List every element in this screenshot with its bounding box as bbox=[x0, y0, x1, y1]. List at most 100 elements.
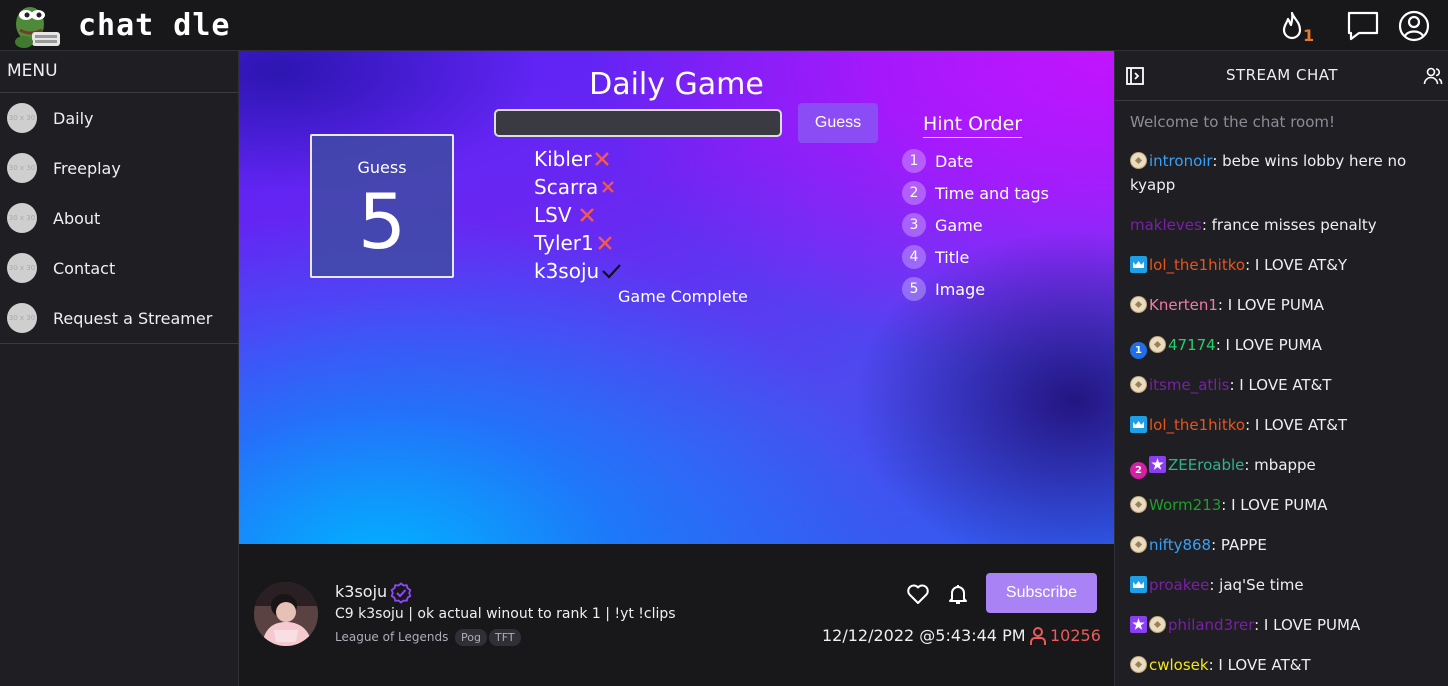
game-status: Game Complete bbox=[618, 287, 748, 306]
heart-icon[interactable] bbox=[906, 582, 930, 606]
two-badge-icon: 2 bbox=[1130, 462, 1147, 479]
menu-item-about[interactable]: 30 x 30 About bbox=[0, 195, 239, 241]
hint-label: Image bbox=[935, 279, 986, 299]
menu-item-request-streamer[interactable]: 30 x 30 Request a Streamer bbox=[0, 295, 239, 341]
chat-message: makleves: france misses penalty bbox=[1130, 213, 1440, 237]
guess-name: LSV bbox=[534, 203, 572, 227]
chat-username[interactable]: makleves bbox=[1130, 216, 1202, 234]
chat-username[interactable]: 47174 bbox=[1168, 336, 1216, 354]
menu-item-label: Freeplay bbox=[53, 158, 121, 178]
chat-username[interactable]: nifty868 bbox=[1149, 536, 1211, 554]
guess-row: LSV bbox=[534, 201, 596, 229]
streamer-name[interactable]: k3soju bbox=[335, 582, 387, 601]
chat-username[interactable]: intronoir bbox=[1149, 152, 1212, 170]
hint-number: 3 bbox=[902, 213, 926, 237]
hint-label: Title bbox=[935, 247, 970, 267]
chat-text: : I LOVE AT&T bbox=[1229, 376, 1332, 394]
guess-name: Kibler bbox=[534, 147, 592, 171]
stream-tag[interactable]: Pog bbox=[455, 629, 487, 646]
menu-title: MENU bbox=[7, 61, 58, 81]
chat-text: : I LOVE AT&T bbox=[1208, 656, 1311, 674]
menu-item-contact[interactable]: 30 x 30 Contact bbox=[0, 245, 239, 291]
chat-message: lol_the1hitko: I LOVE AT&T bbox=[1130, 413, 1440, 437]
chat-text: : I LOVE AT&T bbox=[1245, 416, 1348, 434]
hint-order-title: Hint Order bbox=[923, 113, 1023, 138]
chat-bubble-icon[interactable] bbox=[1347, 10, 1379, 42]
bell-icon[interactable] bbox=[946, 582, 970, 606]
viewer-count: 10256 bbox=[1050, 626, 1101, 645]
wrong-x-icon bbox=[593, 150, 611, 168]
guess-row: k3soju bbox=[534, 257, 622, 285]
chat-text: : PAPPE bbox=[1211, 536, 1267, 554]
chat-username[interactable]: philand3rer bbox=[1168, 616, 1254, 634]
chat-text: : I LOVE AT&Y bbox=[1245, 256, 1348, 274]
wrong-x-icon bbox=[600, 179, 616, 195]
chat-text: : I LOVE PUMA bbox=[1215, 336, 1322, 354]
hint-number: 2 bbox=[902, 181, 926, 205]
menu-divider bbox=[0, 92, 239, 93]
streamer-avatar[interactable] bbox=[254, 582, 318, 646]
guess-row: Kibler bbox=[534, 145, 611, 173]
wrong-x-icon bbox=[578, 206, 596, 224]
chat-message: itsme_atlis: I LOVE AT&T bbox=[1130, 373, 1440, 397]
hint-item: 4 Title bbox=[902, 243, 969, 271]
chat-username[interactable]: ZEEroable bbox=[1168, 456, 1244, 474]
hint-item: 5 Image bbox=[902, 275, 985, 303]
chat-username[interactable]: cwlosek bbox=[1149, 656, 1209, 674]
stream-chat: STREAM CHAT Welcome to the chat room! in… bbox=[1114, 51, 1448, 686]
star-badge-icon bbox=[1130, 616, 1147, 633]
menu-item-label: Contact bbox=[53, 258, 116, 278]
guess-button[interactable]: Guess bbox=[798, 103, 878, 143]
chat-username[interactable]: proakee bbox=[1149, 576, 1209, 594]
chat-username[interactable]: Worm213 bbox=[1149, 496, 1221, 514]
game-title: Daily Game bbox=[589, 67, 764, 102]
account-icon[interactable] bbox=[1398, 10, 1430, 42]
chat-message: Worm213: I LOVE PUMA bbox=[1130, 493, 1440, 517]
chat-text: : I LOVE PUMA bbox=[1221, 496, 1328, 514]
menu-item-avatar: 30 x 30 bbox=[7, 103, 37, 133]
hint-item: 1 Date bbox=[902, 147, 973, 175]
menu-item-label: About bbox=[53, 208, 101, 228]
chat-title: STREAM CHAT bbox=[1225, 66, 1339, 84]
chat-username[interactable]: lol_the1hitko bbox=[1149, 416, 1245, 434]
stream-info: k3soju C9 k3soju | ok actual winout to r… bbox=[239, 544, 1114, 686]
game-panel: Daily Game Guess Guess 5 Kibler Scarra L… bbox=[239, 51, 1114, 544]
hint-label: Date bbox=[935, 151, 974, 171]
chat-users-icon[interactable] bbox=[1423, 66, 1443, 86]
one-badge-icon: 1 bbox=[1130, 342, 1147, 359]
gold-badge-icon bbox=[1130, 152, 1147, 169]
chat-text: : jaq'Se time bbox=[1209, 576, 1304, 594]
guess-name: Scarra bbox=[534, 175, 599, 199]
stream-category[interactable]: League of Legends bbox=[335, 630, 448, 644]
hint-number: 5 bbox=[902, 277, 926, 301]
gold-badge-icon bbox=[1130, 376, 1147, 393]
menu-item-avatar: 30 x 30 bbox=[7, 203, 37, 233]
chat-username[interactable]: lol_the1hitko bbox=[1149, 256, 1245, 274]
chat-message: cwlosek: I LOVE AT&T bbox=[1130, 653, 1440, 677]
app-root: chat dle 1 MENU 30 x 30 Daily 30 x 30 Fr… bbox=[0, 0, 1448, 686]
chat-message: intronoir: bebe wins lobby here no kyapp bbox=[1130, 149, 1440, 197]
chat-message: lol_the1hitko: I LOVE AT&Y bbox=[1130, 253, 1440, 277]
guess-input[interactable] bbox=[494, 109, 782, 137]
gold-badge-icon bbox=[1130, 536, 1147, 553]
guess-counter-label: Guess bbox=[357, 158, 407, 177]
chat-username[interactable]: itsme_atlis bbox=[1149, 376, 1229, 394]
guess-name: k3soju bbox=[534, 259, 600, 283]
crown-badge-icon bbox=[1130, 576, 1147, 593]
menu-item-label: Daily bbox=[53, 108, 94, 128]
guess-counter-number: 5 bbox=[357, 177, 407, 266]
pepe-logo[interactable] bbox=[12, 2, 64, 50]
menu-item-avatar: 30 x 30 bbox=[7, 153, 37, 183]
chat-message: philand3rer: I LOVE PUMA bbox=[1130, 613, 1440, 637]
guess-row: Scarra bbox=[534, 173, 616, 201]
stream-tag[interactable]: TFT bbox=[489, 629, 521, 646]
crown-badge-icon bbox=[1130, 256, 1147, 273]
chat-text: : mbappe bbox=[1244, 456, 1316, 474]
brand-wordmark[interactable]: chat dle bbox=[78, 8, 231, 43]
subscribe-button[interactable]: Subscribe bbox=[986, 573, 1097, 613]
crown-badge-icon bbox=[1130, 416, 1147, 433]
menu-item-daily[interactable]: 30 x 30 Daily bbox=[0, 95, 239, 141]
left-menu: MENU 30 x 30 Daily 30 x 30 Freeplay 30 x… bbox=[0, 51, 239, 686]
menu-item-freeplay[interactable]: 30 x 30 Freeplay bbox=[0, 145, 239, 191]
chat-username[interactable]: Knerten1 bbox=[1149, 296, 1218, 314]
